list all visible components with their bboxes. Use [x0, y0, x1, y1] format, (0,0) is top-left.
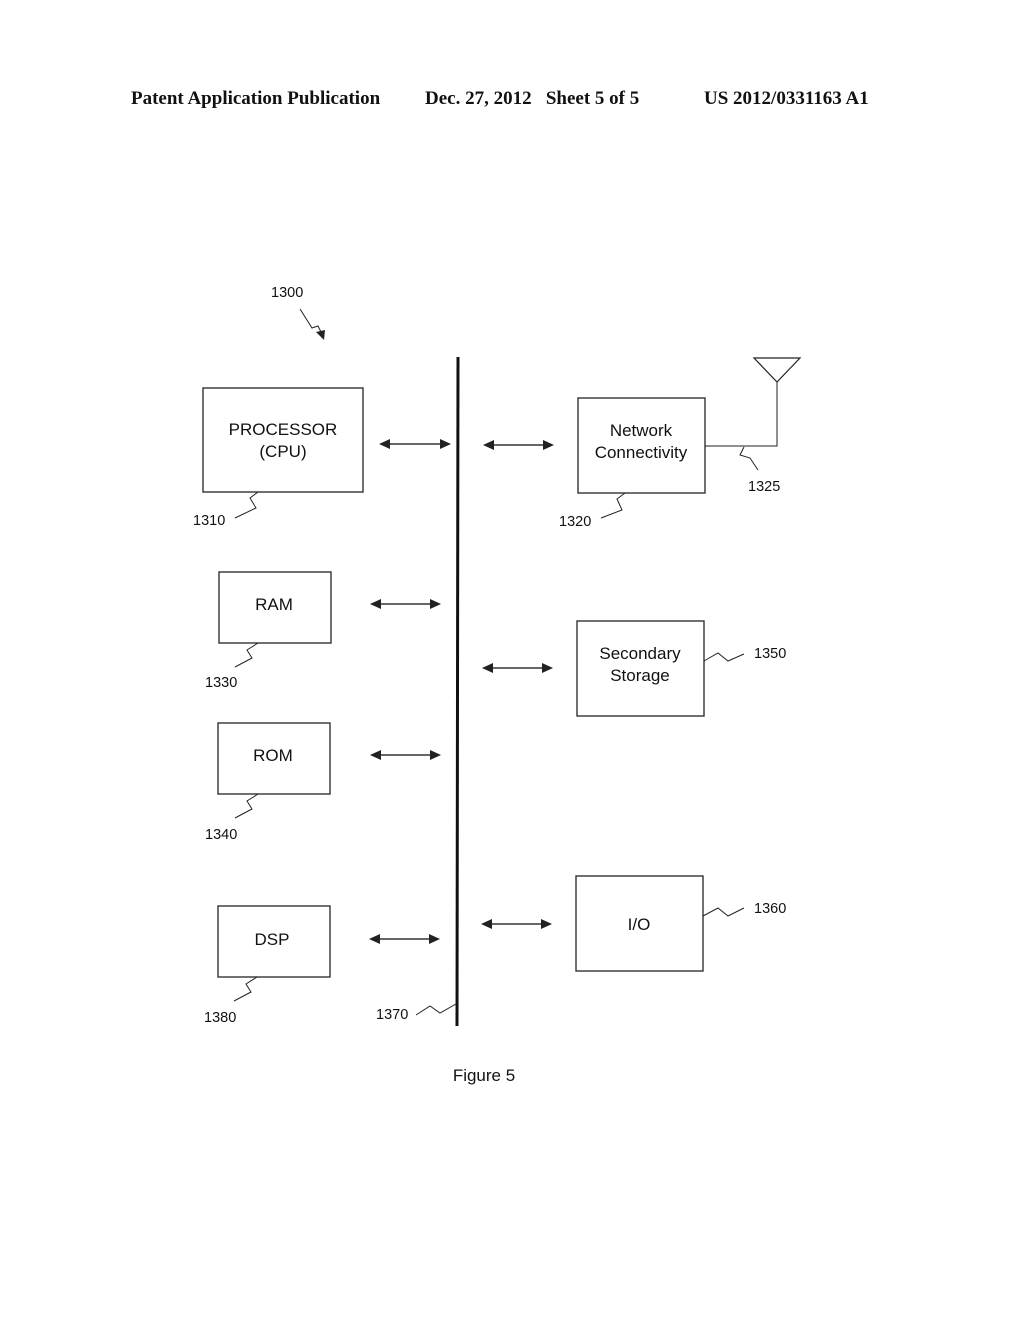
storage-ref-label: 1350	[754, 646, 786, 662]
system-ref-arrowhead	[316, 330, 325, 340]
ram-block: RAM 1330	[205, 571, 332, 691]
ram-bus-arrow	[370, 599, 441, 609]
processor-ref-leader	[234, 491, 259, 519]
rom-ref-leader	[234, 793, 259, 819]
processor-bus-arrow	[379, 439, 451, 449]
network-label-line1: Network	[610, 421, 673, 440]
antenna-ref-leader	[739, 446, 759, 471]
processor-label-line1: PROCESSOR	[229, 420, 338, 439]
rom-block: ROM 1340	[205, 722, 331, 843]
ram-ref-leader	[234, 642, 259, 668]
io-label: I/O	[628, 915, 651, 934]
network-bus-arrow	[483, 440, 554, 450]
network-ref-label: 1320	[559, 514, 591, 530]
dsp-ref-leader	[233, 976, 258, 1002]
rom-label: ROM	[253, 746, 293, 765]
dsp-bus-arrow	[369, 934, 440, 944]
dsp-block: DSP 1380	[204, 905, 331, 1026]
block-diagram: 1300 1370 PROCESSOR (CPU) 1310 Network C…	[193, 285, 802, 1085]
antenna-icon	[752, 357, 802, 383]
ram-label: RAM	[255, 595, 293, 614]
io-ref-leader	[702, 907, 745, 917]
bus-ref-leader	[415, 1003, 457, 1016]
processor-box	[202, 387, 364, 493]
io-block: I/O 1360	[575, 875, 786, 972]
network-label-line2: Connectivity	[595, 443, 688, 462]
io-ref-label: 1360	[754, 901, 786, 917]
dsp-ref-label: 1380	[204, 1010, 236, 1026]
figure-caption: Figure 5	[453, 1066, 515, 1085]
network-ref-leader	[600, 492, 626, 519]
processor-label-line2: (CPU)	[259, 442, 306, 461]
antenna-line	[705, 382, 778, 447]
antenna-ref-label: 1325	[748, 479, 780, 495]
storage-label-line1: Secondary	[599, 644, 681, 663]
system-ref-label: 1300	[271, 285, 303, 301]
rom-bus-arrow	[370, 750, 441, 760]
system-ref-leader	[299, 308, 323, 335]
system-bus	[455, 356, 460, 1027]
antenna: 1325	[705, 357, 802, 495]
ram-ref-label: 1330	[205, 675, 237, 691]
bus-ref-label: 1370	[376, 1007, 408, 1023]
processor-ref-label: 1310	[193, 513, 225, 529]
storage-block: Secondary Storage 1350	[576, 620, 786, 717]
storage-label-line2: Storage	[610, 666, 670, 685]
storage-ref-leader	[703, 652, 745, 662]
storage-bus-arrow	[482, 663, 553, 673]
dsp-label: DSP	[255, 930, 290, 949]
processor-block: PROCESSOR (CPU) 1310	[193, 387, 364, 529]
io-bus-arrow	[481, 919, 552, 929]
rom-ref-label: 1340	[205, 827, 237, 843]
network-block: Network Connectivity 1320	[559, 397, 706, 530]
